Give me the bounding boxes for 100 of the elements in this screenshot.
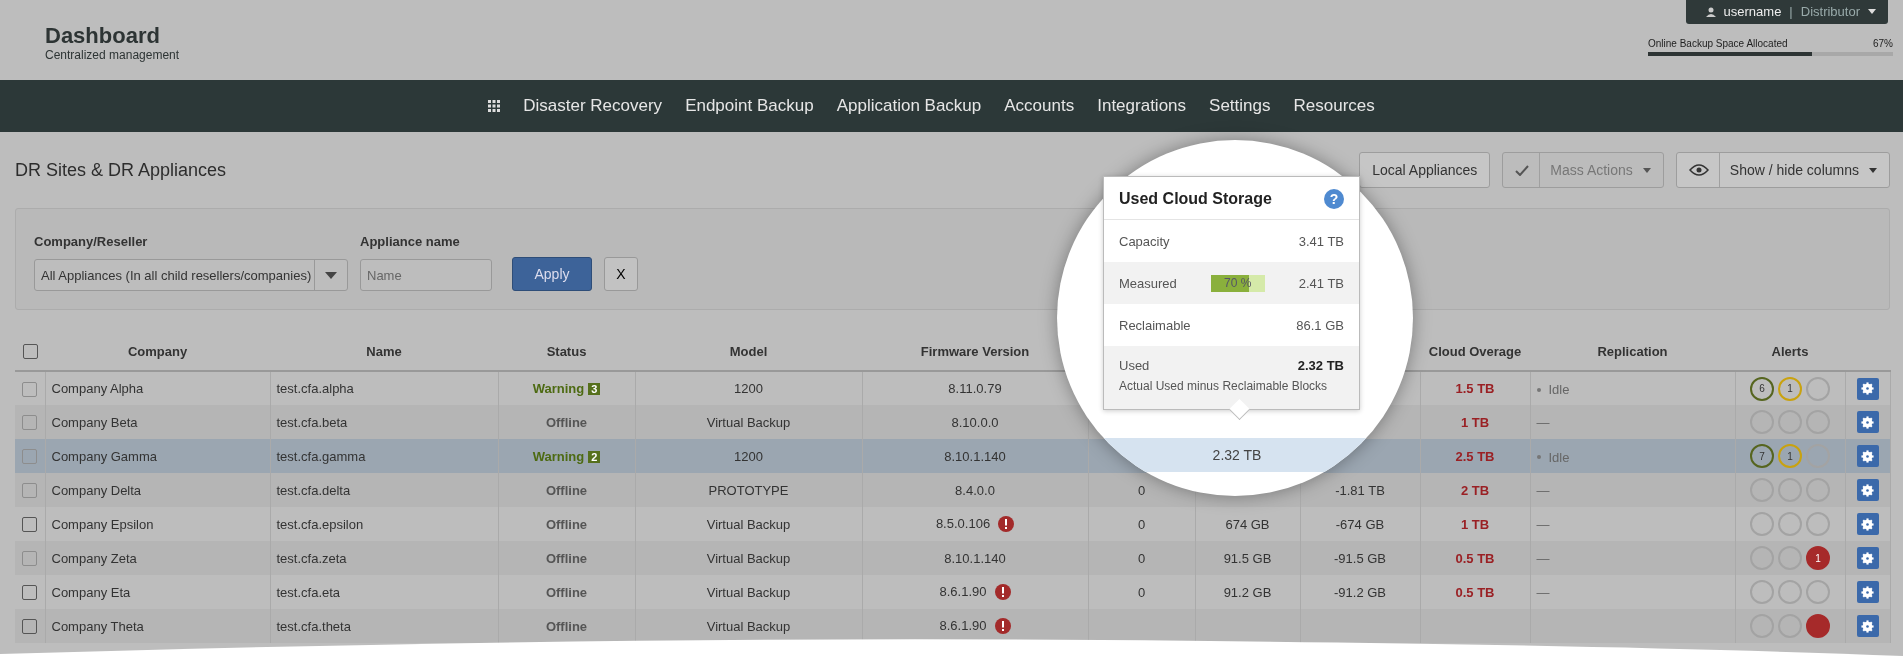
- popover-title: Used Cloud Storage: [1119, 190, 1272, 208]
- table-cell: 8.10.1.140: [944, 550, 1006, 566]
- status-text: Offline: [545, 414, 588, 430]
- gear-icon: [1861, 483, 1874, 497]
- overage-value: 0.5 TB: [1455, 584, 1495, 600]
- nav-link[interactable]: Disaster Recovery: [523, 96, 663, 116]
- overage-value: 2.5 TB: [1455, 448, 1495, 464]
- table-cell: test.cfa.alpha: [276, 381, 354, 396]
- table-cell: test.cfa.delta: [276, 482, 351, 498]
- column-header: Replication: [1597, 343, 1668, 359]
- nav-link[interactable]: Integrations: [1097, 96, 1187, 116]
- gear-icon: [1861, 382, 1874, 395]
- app-title: Dashboard: [45, 24, 161, 48]
- row-checkbox[interactable]: [22, 517, 38, 533]
- table-cell: Company Gamma: [51, 448, 157, 464]
- table-cell: test.cfa.eta: [276, 584, 341, 600]
- table-cell: Company Delta: [51, 482, 142, 498]
- table-cell: -674 GB: [1335, 516, 1385, 532]
- column-header: Name: [366, 343, 402, 359]
- row-checkbox[interactable]: [22, 585, 38, 601]
- overage-value: 1 TB: [1460, 516, 1490, 532]
- table-cell: Virtual Backup: [706, 550, 791, 566]
- settings-button[interactable]: [1856, 513, 1879, 535]
- popover-note: Actual Used minus Reclaimable Blocks: [1119, 379, 1329, 393]
- table-cell: test.cfa.epsilon: [276, 516, 364, 532]
- alert-circle: 1: [1806, 546, 1830, 570]
- user-menu-button[interactable]: username | Distributor: [1685, 0, 1888, 24]
- nav-link[interactable]: Resources: [1293, 96, 1375, 116]
- status-text: Offline: [545, 550, 588, 566]
- column-header: Alerts: [1771, 343, 1809, 359]
- table-row[interactable]: Company Delta test.cfa.delta Offline PROTOTYPE 8.4.0.0 0 -1.81 TB 2 TB —: [15, 473, 1890, 507]
- replication-status: —: [1536, 414, 1550, 430]
- select-all-checkbox[interactable]: [22, 344, 38, 360]
- popover-label: Capacity: [1119, 233, 1170, 249]
- table-cell: Company Zeta: [51, 550, 137, 566]
- popover-label: Used: [1119, 358, 1150, 373]
- settings-button[interactable]: [1856, 411, 1879, 433]
- table-row[interactable]: Company Zeta test.cfa.zeta Offline Virtual Backup 8.10.1.140 0 91.5 GB -91.5 GB 0.5 TB — 1: [15, 541, 1890, 575]
- gear-icon: [1861, 517, 1874, 531]
- table-row[interactable]: Company Theta test.cfa.theta Offline Virtual Backup 8.6.1.90: [15, 609, 1890, 643]
- overage-value: 2 TB: [1460, 482, 1490, 498]
- column-header: Model: [729, 343, 768, 359]
- replication-status: —: [1536, 584, 1550, 600]
- settings-button[interactable]: [1856, 615, 1879, 637]
- company-dropdown[interactable]: All Appliances (In all child resellers/companies): [34, 259, 348, 291]
- settings-button[interactable]: [1856, 547, 1879, 569]
- page-title: DR Sites & DR Appliances: [15, 159, 227, 181]
- status-text: Offline: [545, 618, 588, 634]
- nav-link[interactable]: Accounts: [1004, 96, 1075, 116]
- caret-icon: [1869, 167, 1877, 173]
- row-checkbox[interactable]: [22, 619, 38, 635]
- table-cell: 0: [1137, 550, 1146, 566]
- table-cell: -1.81 TB: [1335, 482, 1385, 498]
- table-cell: Company Alpha: [51, 381, 144, 396]
- settings-button[interactable]: [1856, 445, 1879, 467]
- eye-icon: [1688, 164, 1709, 176]
- popover-value: 2.32 TB: [1297, 358, 1344, 373]
- table-cell: 1200: [734, 448, 763, 464]
- clear-button[interactable]: X: [604, 257, 638, 291]
- nav-link[interactable]: Application Backup: [836, 96, 982, 116]
- app-subtitle: Centralized management: [45, 48, 180, 62]
- table-cell: -91.5 GB: [1334, 550, 1386, 566]
- column-header: Status: [546, 343, 587, 359]
- grid-icon[interactable]: [488, 100, 501, 112]
- apply-button[interactable]: Apply: [512, 257, 592, 291]
- table-cell: 8.10.1.140: [944, 448, 1006, 464]
- local-appliances-button[interactable]: Local Appliances: [1359, 152, 1491, 188]
- table-cell: 0: [1137, 482, 1146, 498]
- status-text: Offline: [545, 482, 588, 498]
- settings-button[interactable]: [1856, 479, 1879, 501]
- table-cell: Virtual Backup: [706, 414, 791, 430]
- replication-status: Idle: [1536, 449, 1570, 465]
- table-cell: 91.2 GB: [1223, 584, 1272, 600]
- column-header: Cloud Overage: [1428, 343, 1522, 359]
- help-icon[interactable]: ?: [1324, 189, 1344, 209]
- popover-value: 2.41 TB: [1298, 275, 1344, 291]
- gear-icon: [1861, 449, 1874, 463]
- warning-count: 2: [588, 450, 601, 463]
- gear-icon: [1861, 585, 1874, 599]
- nav-link[interactable]: Endpoint Backup: [685, 96, 814, 116]
- table-cell: 8.5.0.106: [935, 515, 991, 531]
- table-cell: PROTOTYPE: [708, 482, 789, 498]
- table-cell: Virtual Backup: [706, 618, 791, 634]
- nav-link[interactable]: Settings: [1209, 96, 1271, 116]
- replication-status: —: [1536, 482, 1550, 498]
- gear-icon: [1861, 551, 1874, 565]
- table-cell: Company Epsilon: [51, 516, 154, 532]
- gear-icon: [1861, 619, 1874, 633]
- popover-label: Reclaimable: [1119, 317, 1191, 333]
- status-text: Warning: [532, 448, 585, 464]
- table-cell: test.cfa.gamma: [276, 448, 366, 464]
- settings-button[interactable]: [1856, 377, 1879, 400]
- show-hide-columns-button[interactable]: Show / hide columns: [1675, 152, 1890, 188]
- appliance-name-field[interactable]: Name: [360, 259, 492, 291]
- check-icon: [1515, 164, 1530, 176]
- table-cell: Virtual Backup: [706, 584, 791, 600]
- settings-button[interactable]: [1856, 581, 1879, 603]
- table-cell: 91.5 GB: [1223, 550, 1272, 566]
- popover-label: Measured: [1119, 275, 1177, 291]
- caret-icon: [1868, 9, 1876, 14]
